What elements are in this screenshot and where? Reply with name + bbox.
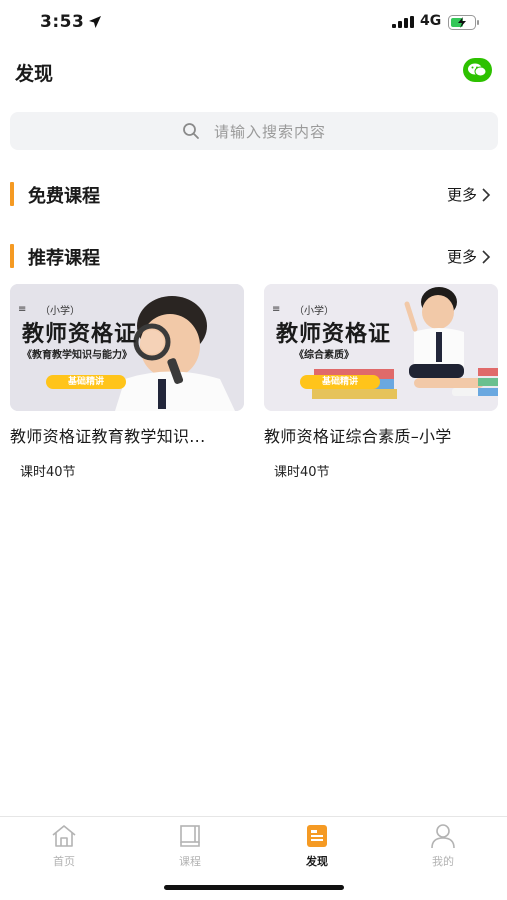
home-icon [52,825,76,847]
course-card[interactable]: ≡ （小学） 教师资格证 《综合素质》 基础精讲 教师资格证综合素质–小学 课时… [264,284,498,480]
wechat-share-button[interactable] [463,58,492,82]
more-label: 更多 [446,186,477,204]
more-label: 更多 [446,248,477,266]
thumb-level-text: （小学） [40,306,80,317]
tab-label: 课程 [179,855,201,868]
section-accent-bar [10,244,14,268]
tab-courses[interactable]: 课程 [160,823,220,869]
home-indicator [164,885,344,890]
tab-profile[interactable]: 我的 [413,823,473,869]
chevron-right-icon [482,187,491,202]
recommended-courses-title: 推荐课程 [28,248,100,269]
status-time: 3:53 [40,12,85,32]
course-title: 教师资格证综合素质–小学 [264,427,452,446]
tab-label: 首页 [53,855,75,868]
thumb-subtitle: 《综合素质》 [294,350,354,361]
chevron-right-icon [482,249,491,264]
course-thumbnail: ≡ （小学） 教师资格证 《综合素质》 基础精讲 [264,284,498,411]
recommended-courses-more-link[interactable]: 更多 [447,246,491,267]
tab-label: 发现 [306,855,328,868]
user-icon [431,824,455,849]
tab-discover[interactable]: 发现 [287,823,347,869]
free-courses-header: 免费课程 更多 [0,180,507,208]
thumb-menu-text: ≡ [272,304,281,315]
tab-home[interactable]: 首页 [34,823,94,869]
thumb-heading: 教师资格证 [276,322,392,347]
battery-charging-icon [448,15,479,30]
course-hours: 课时40节 [274,465,330,480]
network-type: 4G [420,13,442,29]
discover-icon [307,825,327,847]
recommended-courses-header: 推荐课程 更多 [0,242,507,270]
status-bar: 3:53 4G [0,0,507,46]
signal-icon [392,16,414,28]
course-thumbnail: ≡ （小学） 教师资格证 《教育教学知识与能力》 基础精讲 [10,284,244,411]
course-hours: 课时40节 [20,465,76,480]
tab-label: 我的 [432,855,454,868]
thumb-subtitle: 《教育教学知识与能力》 [22,350,132,361]
free-courses-more-link[interactable]: 更多 [447,184,491,205]
thumb-tag: 基础精讲 [300,375,380,389]
thumb-tag: 基础精讲 [46,375,126,389]
book-icon [180,825,200,847]
search-icon [183,123,199,139]
wechat-icon [468,63,487,77]
location-arrow-icon [89,16,101,28]
search-bar[interactable]: 请输入搜索内容 [10,112,498,150]
course-card[interactable]: ≡ （小学） 教师资格证 《教育教学知识与能力》 基础精讲 教师资格证教育教学知… [10,284,244,480]
thumb-level-text: （小学） [294,306,334,317]
course-title: 教师资格证教育教学知识... [10,427,206,446]
page-title: 发现 [15,63,54,85]
free-courses-title: 免费课程 [28,186,100,207]
thumb-heading: 教师资格证 [22,322,138,347]
section-accent-bar [10,182,14,206]
thumb-menu-text: ≡ [18,304,27,315]
search-placeholder: 请输入搜索内容 [213,122,326,141]
